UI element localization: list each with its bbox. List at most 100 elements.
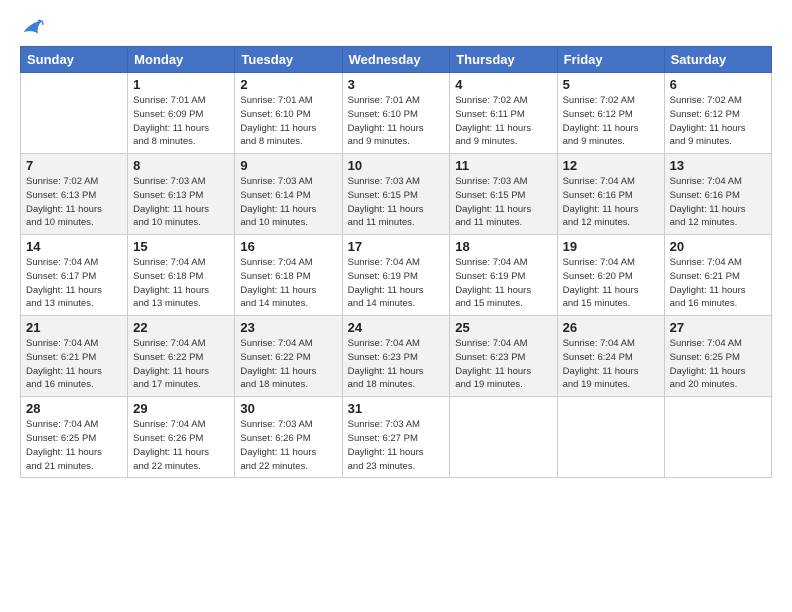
day-number: 2 [240,77,336,92]
calendar-cell: 10Sunrise: 7:03 AM Sunset: 6:15 PM Dayli… [342,154,450,235]
calendar-cell: 4 Sunrise: 7:02 AM Sunset: 6:11 PM Daylig… [450,73,557,154]
page: SundayMondayTuesdayWednesdayThursdayFrid… [0,0,792,488]
day-info: Sunrise: 7:02 AM Sunset: 6:11 PM Dayligh… [455,94,551,149]
day-info: Sunrise: 7:04 AM Sunset: 6:19 PM Dayligh… [455,256,551,311]
day-info: Sunrise: 7:02 AM Sunset: 6:12 PM Dayligh… [563,94,659,149]
calendar-cell [557,397,664,478]
calendar-cell: 30Sunrise: 7:03 AM Sunset: 6:26 PM Dayli… [235,397,342,478]
weekday-header: Monday [128,47,235,73]
weekday-header: Saturday [664,47,771,73]
day-number: 3 [348,77,445,92]
day-info: Sunrise: 7:03 AM Sunset: 6:26 PM Dayligh… [240,418,336,473]
day-info: Sunrise: 7:03 AM Sunset: 6:15 PM Dayligh… [455,175,551,230]
calendar-cell: 5 Sunrise: 7:02 AM Sunset: 6:12 PM Daylig… [557,73,664,154]
weekday-header: Tuesday [235,47,342,73]
day-info: Sunrise: 7:04 AM Sunset: 6:23 PM Dayligh… [455,337,551,392]
calendar-cell: 20 Sunrise: 7:04 AM Sunset: 6:21 PM Dayli… [664,235,771,316]
day-number: 24 [348,320,445,335]
calendar-cell: 2 Sunrise: 7:01 AM Sunset: 6:10 PM Daylig… [235,73,342,154]
day-info: Sunrise: 7:01 AM Sunset: 6:10 PM Dayligh… [348,94,445,149]
logo [20,18,44,36]
day-number: 28 [26,401,122,416]
day-number: 29 [133,401,229,416]
day-number: 27 [670,320,766,335]
calendar-cell: 25 Sunrise: 7:04 AM Sunset: 6:23 PM Dayli… [450,316,557,397]
day-number: 15 [133,239,229,254]
day-number: 14 [26,239,122,254]
day-info: Sunrise: 7:01 AM Sunset: 6:09 PM Dayligh… [133,94,229,149]
weekday-header: Thursday [450,47,557,73]
day-info: Sunrise: 7:04 AM Sunset: 6:21 PM Dayligh… [670,256,766,311]
calendar-cell: 31Sunrise: 7:03 AM Sunset: 6:27 PM Dayli… [342,397,450,478]
day-number: 11 [455,158,551,173]
day-info: Sunrise: 7:03 AM Sunset: 6:13 PM Dayligh… [133,175,229,230]
calendar-cell: 28 Sunrise: 7:04 AM Sunset: 6:25 PM Dayli… [21,397,128,478]
day-info: Sunrise: 7:02 AM Sunset: 6:13 PM Dayligh… [26,175,122,230]
day-info: Sunrise: 7:04 AM Sunset: 6:26 PM Dayligh… [133,418,229,473]
day-info: Sunrise: 7:04 AM Sunset: 6:23 PM Dayligh… [348,337,445,392]
weekday-header: Wednesday [342,47,450,73]
calendar-cell: 3 Sunrise: 7:01 AM Sunset: 6:10 PM Daylig… [342,73,450,154]
calendar-cell: 17 Sunrise: 7:04 AM Sunset: 6:19 PM Dayli… [342,235,450,316]
weekday-header: Sunday [21,47,128,73]
day-number: 19 [563,239,659,254]
day-info: Sunrise: 7:04 AM Sunset: 6:25 PM Dayligh… [670,337,766,392]
day-number: 1 [133,77,229,92]
calendar-cell: 29 Sunrise: 7:04 AM Sunset: 6:26 PM Dayli… [128,397,235,478]
day-number: 26 [563,320,659,335]
calendar-cell [664,397,771,478]
day-info: Sunrise: 7:04 AM Sunset: 6:16 PM Dayligh… [563,175,659,230]
day-info: Sunrise: 7:04 AM Sunset: 6:17 PM Dayligh… [26,256,122,311]
day-number: 22 [133,320,229,335]
day-info: Sunrise: 7:04 AM Sunset: 6:18 PM Dayligh… [240,256,336,311]
day-number: 18 [455,239,551,254]
day-info: Sunrise: 7:04 AM Sunset: 6:18 PM Dayligh… [133,256,229,311]
day-info: Sunrise: 7:03 AM Sunset: 6:14 PM Dayligh… [240,175,336,230]
day-info: Sunrise: 7:04 AM Sunset: 6:24 PM Dayligh… [563,337,659,392]
header [20,18,772,36]
calendar-cell: 27 Sunrise: 7:04 AM Sunset: 6:25 PM Dayli… [664,316,771,397]
day-info: Sunrise: 7:02 AM Sunset: 6:12 PM Dayligh… [670,94,766,149]
day-info: Sunrise: 7:04 AM Sunset: 6:21 PM Dayligh… [26,337,122,392]
logo-bird-icon [22,18,44,36]
calendar-cell: 24 Sunrise: 7:04 AM Sunset: 6:23 PM Dayli… [342,316,450,397]
day-number: 9 [240,158,336,173]
calendar-cell [450,397,557,478]
day-number: 21 [26,320,122,335]
day-number: 20 [670,239,766,254]
weekday-header: Friday [557,47,664,73]
calendar-cell: 7 Sunrise: 7:02 AM Sunset: 6:13 PM Daylig… [21,154,128,235]
day-number: 7 [26,158,122,173]
calendar-cell: 19 Sunrise: 7:04 AM Sunset: 6:20 PM Dayli… [557,235,664,316]
calendar-cell: 15 Sunrise: 7:04 AM Sunset: 6:18 PM Dayli… [128,235,235,316]
logo-text [20,18,44,36]
day-info: Sunrise: 7:04 AM Sunset: 6:22 PM Dayligh… [133,337,229,392]
calendar-cell: 23 Sunrise: 7:04 AM Sunset: 6:22 PM Dayli… [235,316,342,397]
day-info: Sunrise: 7:04 AM Sunset: 6:16 PM Dayligh… [670,175,766,230]
day-number: 10 [348,158,445,173]
calendar: SundayMondayTuesdayWednesdayThursdayFrid… [20,46,772,478]
calendar-cell: 6Sunrise: 7:02 AM Sunset: 6:12 PM Daylig… [664,73,771,154]
calendar-cell: 21 Sunrise: 7:04 AM Sunset: 6:21 PM Dayli… [21,316,128,397]
day-number: 4 [455,77,551,92]
day-number: 8 [133,158,229,173]
calendar-cell: 8 Sunrise: 7:03 AM Sunset: 6:13 PM Daylig… [128,154,235,235]
day-info: Sunrise: 7:04 AM Sunset: 6:20 PM Dayligh… [563,256,659,311]
day-info: Sunrise: 7:01 AM Sunset: 6:10 PM Dayligh… [240,94,336,149]
day-info: Sunrise: 7:04 AM Sunset: 6:22 PM Dayligh… [240,337,336,392]
day-number: 25 [455,320,551,335]
day-info: Sunrise: 7:03 AM Sunset: 6:27 PM Dayligh… [348,418,445,473]
calendar-cell: 13Sunrise: 7:04 AM Sunset: 6:16 PM Dayli… [664,154,771,235]
day-number: 23 [240,320,336,335]
day-number: 12 [563,158,659,173]
calendar-cell [21,73,128,154]
day-info: Sunrise: 7:04 AM Sunset: 6:25 PM Dayligh… [26,418,122,473]
calendar-cell: 22 Sunrise: 7:04 AM Sunset: 6:22 PM Dayli… [128,316,235,397]
day-info: Sunrise: 7:04 AM Sunset: 6:19 PM Dayligh… [348,256,445,311]
day-number: 17 [348,239,445,254]
calendar-cell: 9 Sunrise: 7:03 AM Sunset: 6:14 PM Daylig… [235,154,342,235]
calendar-cell: 16Sunrise: 7:04 AM Sunset: 6:18 PM Dayli… [235,235,342,316]
day-number: 5 [563,77,659,92]
calendar-cell: 1 Sunrise: 7:01 AM Sunset: 6:09 PM Daylig… [128,73,235,154]
calendar-cell: 11 Sunrise: 7:03 AM Sunset: 6:15 PM Dayli… [450,154,557,235]
